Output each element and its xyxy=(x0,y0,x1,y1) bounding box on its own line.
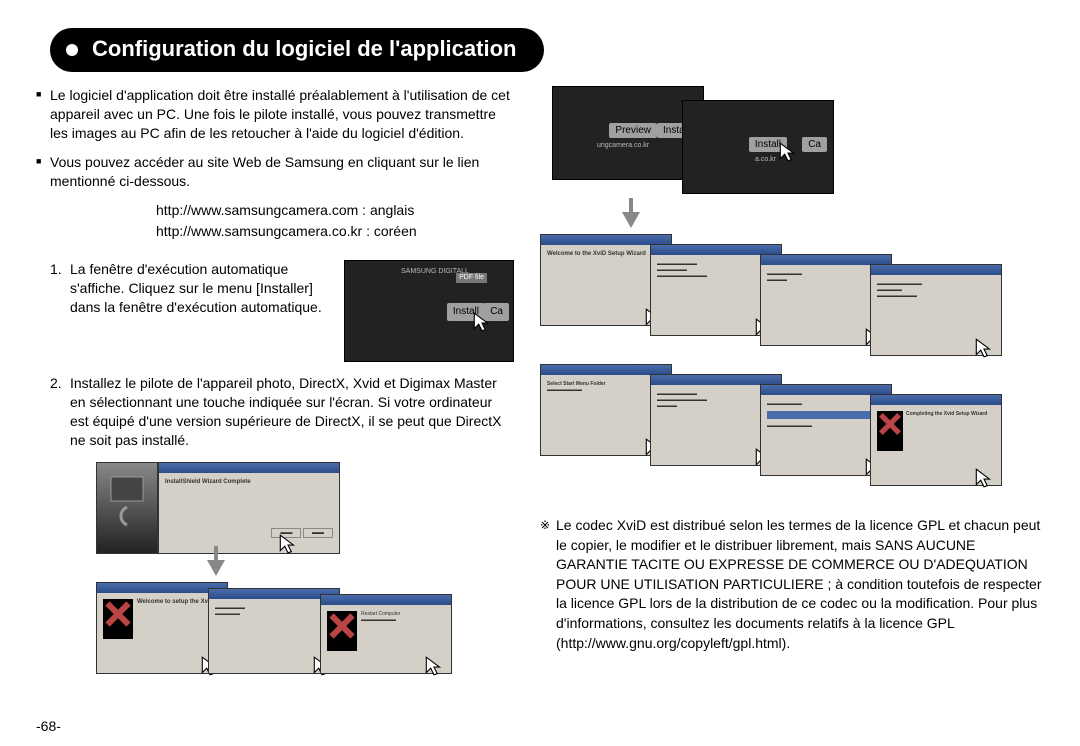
xvid-welcome-label: Welcome to setup the XviD xyxy=(137,599,214,605)
step-1-number: 1. xyxy=(50,260,62,279)
xvid-setup-label: Welcome to the XviD Setup Wizard xyxy=(547,251,646,257)
cursor-icon xyxy=(973,337,995,359)
xvid-complete-label: Completing the Xvid Setup Wizard xyxy=(906,411,987,417)
cursor-icon xyxy=(423,655,445,677)
url-english: http://www.samsungcamera.com : anglais xyxy=(156,200,514,221)
url-fragment-2: a.co.kr xyxy=(755,156,776,163)
step-2-text: Installez le pilote de l'appareil photo,… xyxy=(70,375,501,448)
gpl-note-text: Le codec XviD est distribué selon les te… xyxy=(556,517,1042,651)
x-icon xyxy=(877,411,903,437)
url-block: http://www.samsungcamera.com : anglais h… xyxy=(36,200,514,242)
pdf-label: PDF file xyxy=(456,273,487,282)
gpl-note: ※ Le codec XviD est distribué selon les … xyxy=(540,516,1044,653)
wizard-thumb-1: InstallShield Wizard Complete ▬▬ ▬▬ xyxy=(96,462,514,554)
cursor-icon xyxy=(471,311,493,333)
xvid-thumb-stack: Welcome to setup the XviD ▬▬▬▬▬▬▬▬▬▬▬ Re… xyxy=(96,582,456,678)
intro-bullet-2: Vous pouvez accéder au site Web de Samsu… xyxy=(36,153,514,191)
x-icon xyxy=(327,611,357,641)
arrow-container-right xyxy=(556,212,706,228)
cursor-icon xyxy=(277,533,299,555)
wizard-cascade-1: Welcome to the XviD Setup Wizard ▬▬▬▬▬▬▬… xyxy=(540,234,1010,364)
arrow-down-icon xyxy=(622,212,640,228)
right-column: Preview Install ungcamera.co.kr Install … xyxy=(540,86,1044,678)
step-1-text: La fenêtre d'exécution automatique s'aff… xyxy=(70,261,322,315)
url-korean: http://www.samsungcamera.co.kr : coréen xyxy=(156,221,514,242)
x-icon xyxy=(103,599,133,629)
note-symbol: ※ xyxy=(540,517,550,534)
preview-install-stack: Preview Install ungcamera.co.kr Install … xyxy=(552,86,842,206)
step-2: 2. Installez le pilote de l'appareil pho… xyxy=(36,374,514,450)
wizard-cascade-2: Select Start Menu Folder▬▬▬▬▬▬▬ ▬▬▬▬▬▬▬▬… xyxy=(540,364,1010,494)
two-column-layout: Le logiciel d'application doit être inst… xyxy=(36,86,1044,678)
wizard-complete-label: InstallShield Wizard Complete xyxy=(165,479,251,485)
page-number: -68- xyxy=(36,718,61,734)
cursor-icon xyxy=(973,467,995,489)
autorun-screenshot: SAMSUNG DIGITALL PDF file Install Ca xyxy=(344,260,514,362)
arrow-container xyxy=(96,560,336,576)
step-1: 1. La fenêtre d'exécution automatique s'… xyxy=(36,260,514,362)
step-2-number: 2. xyxy=(50,374,62,393)
manual-page: Configuration du logiciel de l'applicati… xyxy=(0,0,1080,746)
cancel-badge: Ca xyxy=(802,137,827,152)
page-title: Configuration du logiciel de l'applicati… xyxy=(50,28,544,72)
monitor-icon xyxy=(107,473,147,533)
left-column: Le logiciel d'application doit être inst… xyxy=(36,86,514,678)
intro-bullet-1: Le logiciel d'application doit être inst… xyxy=(36,86,514,143)
preview-badge: Preview xyxy=(609,123,657,138)
url-fragment: ungcamera.co.kr xyxy=(597,142,649,149)
arrow-down-icon xyxy=(207,560,225,576)
cursor-icon xyxy=(777,141,799,163)
